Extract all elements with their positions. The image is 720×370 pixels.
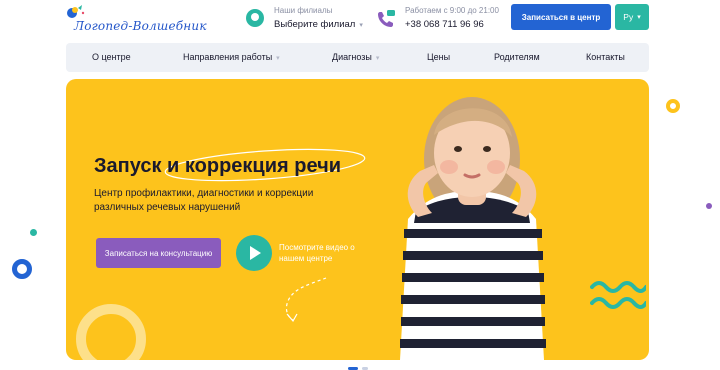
play-icon[interactable] [236,235,272,271]
decorative-dot [706,203,712,209]
nav-item-about[interactable]: О центре [92,43,131,72]
nav-item-parents[interactable]: Родителям [494,43,540,72]
branch-selector[interactable]: Наши филиалы Выберите филиал ▾ [246,4,366,34]
logo-text: Логопед-Волшебник [74,19,207,33]
language-label: Ру [623,12,634,22]
logo-icon [67,5,85,18]
hero-subtitle: Центр профилактики, диагностики и коррек… [94,188,314,213]
signup-button[interactable]: Записаться в центр [511,4,611,30]
header: Логопед-Волшебник Наши филиалы Выберите … [0,0,720,40]
branch-select[interactable]: Выберите филиал ▾ [274,19,363,30]
nav-item-label: Цены [427,52,451,62]
consultation-button[interactable]: Записаться на консультацию [96,238,221,268]
hero-title: Запуск и коррекция речи [94,155,341,178]
phone-number[interactable]: +38 068 711 96 96 [405,19,484,30]
nav-item-label: О центре [92,52,131,62]
chevron-down-icon: ▾ [359,22,363,29]
branch-caption: Наши филиалы [274,6,333,15]
language-selector[interactable]: Ру ▾ [615,4,649,30]
nav-item-label: Родителям [494,52,540,62]
wave-decoration [590,281,646,309]
phone-block: Работаем с 9:00 до 21:00 +38 068 711 96 … [376,4,506,34]
hero-banner: Запуск и коррекция речи Центр профилакти… [66,79,649,360]
decorative-dot [30,229,37,236]
chevron-down-icon: ▾ [637,14,641,21]
decorative-dot [12,259,32,279]
nav-item-label: Диагнозы [332,52,372,62]
phone-caption: Работаем с 9:00 до 21:00 [405,6,499,15]
nav-item-prices[interactable]: Цены [427,43,450,72]
hero-title-part2: коррекция речи [184,155,341,177]
child-photo [400,97,546,360]
decorative-ring [76,304,146,360]
nav-item-contacts[interactable]: Контакты [586,43,625,72]
nav-item-directions[interactable]: Направления работы ▾ [183,43,280,72]
nav-item-diagnoses[interactable]: Диагнозы ▾ [332,43,379,72]
decorative-dot [666,99,680,113]
location-pin-icon [246,9,264,27]
dashed-arrow-icon [285,277,327,323]
nav-item-label: Направления работы [183,52,273,62]
main-nav: О центре Направления работы ▾ Диагнозы ▾ Ц… [66,43,649,72]
hero-title-part1: Запуск и [94,155,185,177]
chevron-down-icon: ▾ [375,55,380,62]
logo[interactable]: Логопед-Волшебник [66,2,207,36]
branch-select-label: Выберите филиал [274,19,356,30]
nav-item-label: Контакты [586,52,625,62]
chevron-down-icon: ▾ [276,55,280,62]
phone-icon [378,10,395,27]
